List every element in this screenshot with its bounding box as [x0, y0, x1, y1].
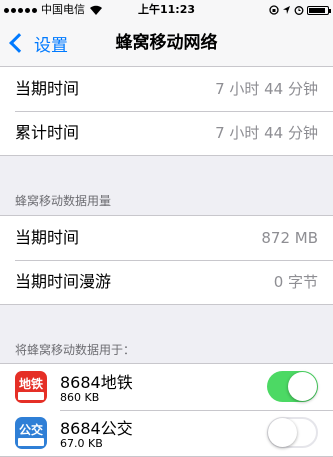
app-usage-bus: 67.0 KB [60, 437, 103, 450]
alarm-icon [294, 6, 304, 15]
usage-current-value: 872 MB [261, 229, 318, 247]
usage-roaming-label: 当期时间漫游 [15, 272, 112, 291]
call-time-current-value: 7 小时 44 分钟 [215, 80, 318, 98]
status-bar-right [269, 0, 331, 20]
usage-roaming-row: 当期时间漫游 0 字节 [0, 260, 333, 304]
app-usage-metro: 860 KB [60, 391, 100, 404]
usage-section-header: 蜂窝移动数据用量 [15, 194, 112, 208]
usage-roaming-value: 0 字节 [273, 273, 318, 291]
toggle-knob [288, 372, 317, 401]
apps-group: 地铁 8684地铁 860 KB 公交 8684公交 67.0 KB [0, 363, 333, 457]
call-time-lifetime-row: 累计时间 7 小时 44 分钟 [0, 111, 333, 155]
app-row-metro: 地铁 8684地铁 860 KB [0, 364, 333, 410]
apps-section-header: 将蜂窝移动数据用于： [15, 343, 136, 357]
usage-current-row: 当期时间 872 MB [0, 216, 333, 260]
battery-icon [307, 5, 331, 15]
toggle-knob [268, 418, 297, 447]
cellular-toggle-bus[interactable] [267, 417, 318, 448]
call-time-current-row: 当期时间 7 小时 44 分钟 [0, 67, 333, 111]
metro-app-icon-label: 地铁 [18, 377, 43, 391]
call-time-group: 当期时间 7 小时 44 分钟 累计时间 7 小时 44 分钟 [0, 66, 333, 156]
bus-app-icon: 公交 [15, 417, 47, 449]
page-title: 蜂窝移动网络 [115, 33, 218, 53]
usage-group: 当期时间 872 MB 当期时间漫游 0 字节 [0, 215, 333, 305]
app-row-bus: 公交 8684公交 67.0 KB [0, 410, 333, 456]
cellular-toggle-metro[interactable] [267, 371, 318, 402]
rotation-lock-icon [269, 5, 279, 15]
bus-app-icon-label: 公交 [18, 423, 43, 437]
location-icon [283, 6, 290, 14]
metro-app-icon: 地铁 [15, 371, 47, 403]
navigation-bar: 设置 蜂窝移动网络 [0, 20, 333, 67]
status-bar: 中国电信 上午11:23 [0, 0, 333, 20]
app-name-metro: 8684地铁 [60, 373, 133, 392]
call-time-lifetime-value: 7 小时 44 分钟 [215, 124, 318, 142]
call-time-lifetime-label: 累计时间 [15, 123, 80, 142]
app-name-bus: 8684公交 [60, 419, 133, 438]
call-time-current-label: 当期时间 [15, 79, 80, 98]
usage-current-label: 当期时间 [15, 228, 80, 247]
